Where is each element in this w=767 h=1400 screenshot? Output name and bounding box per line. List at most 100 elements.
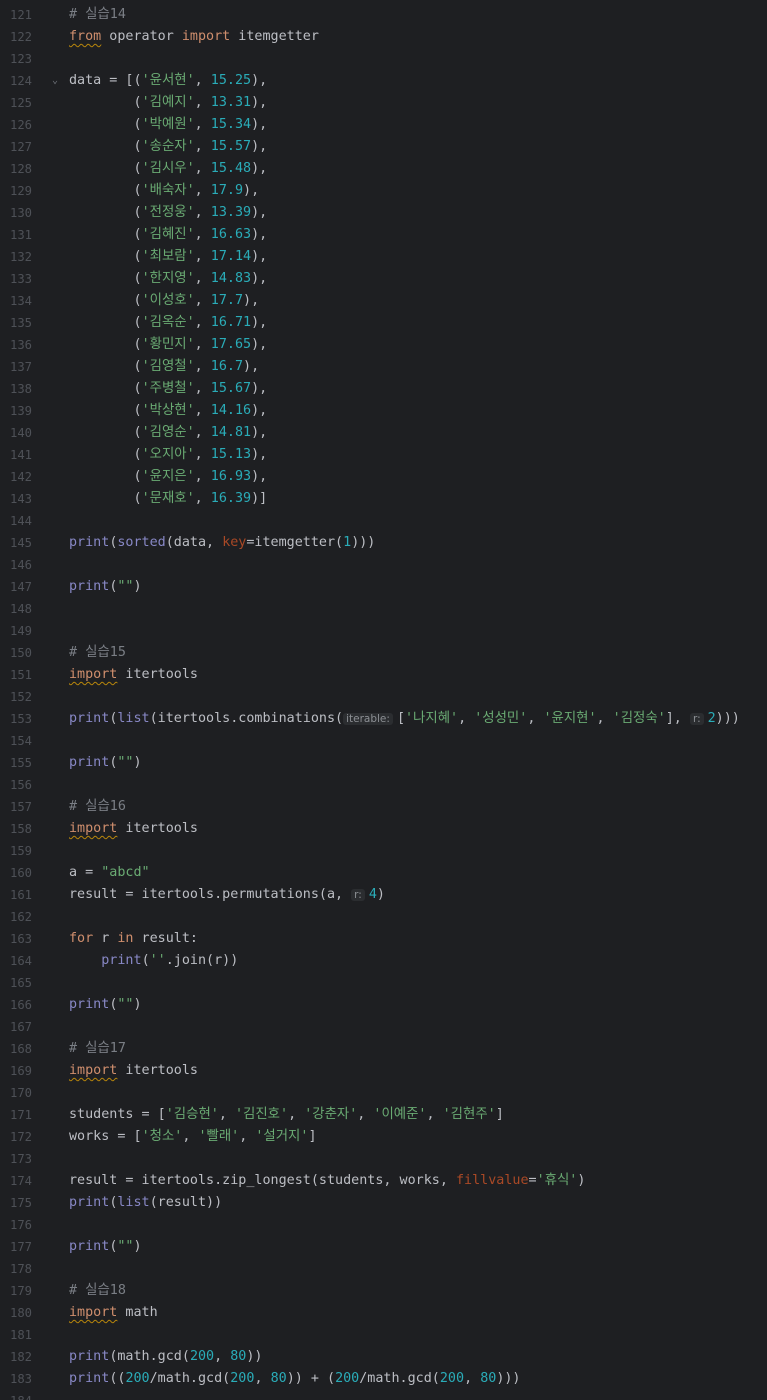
code-line[interactable]: 156	[0, 774, 767, 796]
code-token: 17.9	[210, 183, 244, 198]
code-line[interactable]: 170	[0, 1082, 767, 1104]
code-token: 200	[335, 1371, 360, 1386]
code-line[interactable]: 149	[0, 620, 767, 642]
code-token: '배숙자'	[141, 183, 195, 198]
code-token: ""	[117, 755, 134, 770]
code-text: ('김옥순', 16.71),	[69, 312, 267, 334]
code-line[interactable]: 147 print("")	[0, 576, 767, 598]
code-text: ('박예원', 15.34),	[69, 114, 267, 136]
code-line[interactable]: 131 ('김혜진', 16.63),	[0, 224, 767, 246]
code-line[interactable]: 176	[0, 1214, 767, 1236]
code-text: result = itertools.zip_longest(students,…	[69, 1170, 585, 1192]
code-line[interactable]: 154	[0, 730, 767, 752]
code-line[interactable]: 159	[0, 840, 767, 862]
code-line[interactable]: 151 import itertools	[0, 664, 767, 686]
code-line[interactable]: 174 result = itertools.zip_longest(studen…	[0, 1170, 767, 1192]
code-line[interactable]: 144	[0, 510, 767, 532]
chevron-down-icon[interactable]: ⌄	[52, 70, 64, 92]
code-token: 13.31	[210, 95, 252, 110]
code-line[interactable]: 166 print("")	[0, 994, 767, 1016]
code-token: 17.65	[210, 337, 252, 352]
code-line[interactable]: 130 ('전정웅', 13.39),	[0, 202, 767, 224]
code-line[interactable]: 157 # 실습16	[0, 796, 767, 818]
line-number: 141	[9, 448, 32, 462]
code-line[interactable]: 141 ('오지아', 15.13),	[0, 444, 767, 466]
code-line[interactable]: 137 ('김영철', 16.7),	[0, 356, 767, 378]
code-line[interactable]: 171 students = ['김승현', '김진호', '강춘자', '이예준…	[0, 1104, 767, 1126]
code-line[interactable]: 136 ('황민지', 17.65),	[0, 334, 767, 356]
code-token: ,	[194, 271, 211, 286]
code-line[interactable]: 181	[0, 1324, 767, 1346]
code-line[interactable]: 172 works = ['청소', '빨래', '설거지']	[0, 1126, 767, 1148]
code-line[interactable]: 139 ('박상현', 14.16),	[0, 400, 767, 422]
code-line[interactable]: 148	[0, 598, 767, 620]
code-line[interactable]: 140 ('김영순', 14.81),	[0, 422, 767, 444]
code-line[interactable]: 165	[0, 972, 767, 994]
code-line[interactable]: 184	[0, 1390, 767, 1400]
code-line[interactable]: 133 ('한지영', 14.83),	[0, 268, 767, 290]
code-token: print	[69, 1239, 110, 1254]
code-line[interactable]: 132 ('최보람', 17.14),	[0, 246, 767, 268]
code-token: # 실습17	[69, 1041, 126, 1056]
code-token: ),	[251, 447, 268, 462]
code-line[interactable]: 169 import itertools	[0, 1060, 767, 1082]
code-line[interactable]: 163 for r in result:	[0, 928, 767, 950]
code-token: ,	[214, 1349, 231, 1364]
code-line[interactable]: 124 ⌄ data = [('윤서현', 15.25),	[0, 70, 767, 92]
code-line[interactable]: 121 # 실습14	[0, 4, 767, 26]
code-line[interactable]: 135 ('김옥순', 16.71),	[0, 312, 767, 334]
code-line[interactable]: 180 import math	[0, 1302, 767, 1324]
code-token: 15.34	[210, 117, 252, 132]
code-line[interactable]: 168 # 실습17	[0, 1038, 767, 1060]
code-line[interactable]: 153 print(list(itertools.combinations(ite…	[0, 708, 767, 730]
code-line[interactable]: 123	[0, 48, 767, 70]
code-line[interactable]: 160 a = "abcd"	[0, 862, 767, 884]
code-token: r	[93, 931, 118, 946]
code-line[interactable]: 158 import itertools	[0, 818, 767, 840]
code-token: 15.13	[210, 447, 252, 462]
code-line[interactable]: 182 print(math.gcd(200, 80))	[0, 1346, 767, 1368]
code-line[interactable]: 134 ('이성호', 17.7),	[0, 290, 767, 312]
code-token: ),	[251, 271, 268, 286]
code-token: )))	[715, 711, 740, 726]
code-token: 80	[230, 1349, 247, 1364]
parameter-hint: iterable:	[343, 713, 393, 725]
code-line[interactable]: 164 print(''.join(r))	[0, 950, 767, 972]
code-line[interactable]: 145 print(sorted(data, key=itemgetter(1))…	[0, 532, 767, 554]
code-token: ""	[117, 1239, 134, 1254]
code-token: data = [(	[69, 73, 142, 88]
code-line[interactable]: 127 ('송순자', 15.57),	[0, 136, 767, 158]
code-token: ,	[194, 315, 211, 330]
code-line[interactable]: 175 print(list(result))	[0, 1192, 767, 1214]
code-editor[interactable]: 121 # 실습14 122 from operator import itemget…	[0, 0, 767, 1400]
code-line[interactable]: 162	[0, 906, 767, 928]
code-token: '한지영'	[141, 271, 195, 286]
code-line[interactable]: 122 from operator import itemgetter	[0, 26, 767, 48]
line-number: 126	[9, 118, 32, 132]
code-line[interactable]: 167	[0, 1016, 767, 1038]
code-text: ('한지영', 14.83),	[69, 268, 267, 290]
code-line[interactable]: 146	[0, 554, 767, 576]
code-line[interactable]: 161 result = itertools.permutations(a, r:…	[0, 884, 767, 906]
code-line[interactable]: 183 print((200/math.gcd(200, 80)) + (200/…	[0, 1368, 767, 1390]
code-line[interactable]: 143 ('문재호', 16.39)]	[0, 488, 767, 510]
code-line[interactable]: 173	[0, 1148, 767, 1170]
code-token: ,	[357, 1107, 374, 1122]
code-text: data = [('윤서현', 15.25),	[69, 70, 267, 92]
code-text: ('오지아', 15.13),	[69, 444, 267, 466]
code-line[interactable]: 126 ('박예원', 15.34),	[0, 114, 767, 136]
code-line[interactable]: 179 # 실습18	[0, 1280, 767, 1302]
code-line[interactable]: 155 print("")	[0, 752, 767, 774]
code-line[interactable]: 128 ('김시우', 15.48),	[0, 158, 767, 180]
code-line[interactable]: 152	[0, 686, 767, 708]
code-line[interactable]: 125 ('김예지', 13.31),	[0, 92, 767, 114]
code-line[interactable]: 150 # 실습15	[0, 642, 767, 664]
code-line[interactable]: 142 ('윤지은', 16.93),	[0, 466, 767, 488]
code-line[interactable]: 138 ('주병철', 15.67),	[0, 378, 767, 400]
code-line[interactable]: 177 print("")	[0, 1236, 767, 1258]
code-text: ('주병철', 15.67),	[69, 378, 267, 400]
code-line[interactable]: 178	[0, 1258, 767, 1280]
code-token: '오지아'	[141, 447, 195, 462]
code-line[interactable]: 129 ('배숙자', 17.9),	[0, 180, 767, 202]
code-token: (	[69, 293, 142, 308]
